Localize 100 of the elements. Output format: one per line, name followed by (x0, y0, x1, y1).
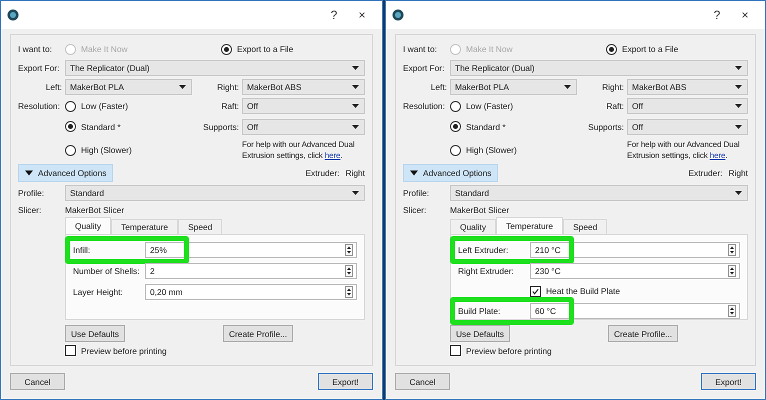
radio-button[interactable] (450, 121, 461, 132)
field-label: Resolution: (403, 101, 446, 111)
dropdown[interactable]: The Replicator (Dual) (65, 60, 365, 76)
spin-field[interactable]: 0,20 mm (145, 284, 357, 300)
dropdown[interactable]: Off (242, 98, 365, 114)
radio-label: High (Slower) (466, 145, 517, 155)
radio-button[interactable] (450, 144, 461, 156)
checkbox[interactable] (65, 345, 76, 356)
checkbox[interactable] (530, 286, 541, 296)
create-profile-button[interactable]: Create Profile... (222, 325, 294, 342)
spin-arrows-icon (345, 286, 353, 298)
radio-label: Make It Now (81, 44, 128, 54)
checkbox-label: Preview before printing (81, 346, 167, 356)
caret-icon (179, 85, 186, 89)
spin-field[interactable]: 230 °C (530, 263, 740, 279)
close-button[interactable]: × (348, 8, 376, 22)
extruder-value: Right (728, 168, 748, 178)
create-profile-button[interactable]: Create Profile... (608, 325, 678, 342)
field-label: I want to: (403, 44, 438, 54)
advanced-options-toggle[interactable]: Advanced Options (18, 164, 114, 182)
radio-button[interactable] (606, 44, 617, 54)
checkbox[interactable] (450, 345, 461, 356)
radio-button[interactable] (65, 100, 76, 112)
slicer-value: MakerBot Slicer (65, 205, 126, 215)
radio-label: Standard * (81, 122, 121, 132)
spin-field[interactable]: 210 °C (530, 242, 740, 258)
dropdown[interactable]: MakerBot PLA (65, 79, 192, 95)
spin-field[interactable]: 2 (145, 263, 357, 279)
radio-label: Standard * (466, 122, 506, 132)
triangle-icon (410, 169, 418, 177)
help-text: For help with our Advanced Dual Extrusion settings, click here. (627, 139, 741, 161)
spin-field[interactable]: 60 °C (530, 303, 740, 319)
close-button[interactable]: × (731, 8, 759, 22)
tab[interactable]: Quality (450, 219, 496, 234)
radio-button[interactable] (65, 144, 76, 156)
caret-icon (352, 191, 359, 195)
spin-arrows-icon (345, 265, 353, 277)
tab[interactable]: Temperature (111, 219, 178, 234)
advanced-options-toggle[interactable]: Advanced Options (403, 164, 498, 182)
caret-icon (352, 104, 359, 108)
dropdown[interactable]: Standard (450, 185, 748, 201)
dropdown[interactable]: Standard (65, 185, 365, 201)
help-button[interactable]: ? (320, 8, 348, 22)
field-label: Raft: (605, 101, 624, 111)
extruder-label: Extruder: (305, 168, 340, 178)
help-link[interactable]: here (710, 151, 726, 160)
field-label: Left: (44, 82, 62, 92)
field-label: Export For: (18, 63, 60, 73)
tab[interactable]: Speed (178, 219, 222, 234)
radio-button[interactable] (221, 44, 232, 54)
field-label: Right: (601, 82, 624, 92)
app-icon (7, 9, 19, 21)
tab[interactable]: Quality (65, 217, 112, 234)
radio-label: Low (Faster) (466, 101, 514, 111)
field-label: Left Extruder: (458, 245, 510, 255)
slicer-value: MakerBot Slicer (450, 205, 510, 215)
spin-field[interactable]: 25% (145, 242, 357, 258)
field-label: Export For: (403, 63, 446, 73)
field-label: Right: (216, 82, 239, 92)
dropdown[interactable]: Off (242, 118, 365, 134)
field-label: Left: (430, 82, 447, 92)
tab[interactable]: Temperature (496, 217, 564, 234)
help-link[interactable]: here (324, 151, 340, 160)
dropdown[interactable]: Off (627, 118, 748, 134)
caret-icon (564, 85, 571, 89)
field-label: Slicer: (403, 205, 428, 215)
field-label: Supports: (202, 122, 239, 132)
radio-label: Export to a File (237, 44, 294, 54)
spin-arrows-icon (345, 244, 353, 256)
cancel-button[interactable]: Cancel (10, 373, 65, 390)
cancel-button[interactable]: Cancel (395, 373, 450, 390)
dropdown[interactable]: Off (627, 98, 748, 114)
caret-icon (735, 124, 742, 128)
dropdown[interactable]: MakerBot ABS (627, 79, 748, 95)
radio-button[interactable] (65, 121, 76, 132)
help-button[interactable]: ? (703, 8, 731, 22)
checkbox-label: Preview before printing (466, 346, 552, 356)
caret-icon (352, 85, 359, 89)
export-button[interactable]: Export! (701, 373, 756, 390)
extruder-value: Right (345, 168, 365, 178)
caret-icon (352, 124, 359, 128)
use-defaults-button[interactable]: Use Defaults (65, 325, 125, 342)
radio-label: Low (Faster) (81, 101, 128, 111)
caret-icon (735, 104, 742, 108)
radio-label: High (Slower) (81, 145, 132, 155)
field-label: Number of Shells: (73, 266, 141, 276)
spin-arrows-icon (728, 305, 736, 317)
use-defaults-button[interactable]: Use Defaults (450, 325, 510, 342)
dropdown[interactable]: MakerBot PLA (450, 79, 577, 95)
field-label: Supports: (587, 122, 624, 132)
spin-arrows-icon (728, 244, 736, 256)
field-label: Layer Height: (73, 287, 124, 297)
radio-button[interactable] (450, 100, 461, 112)
field-label: Raft: (220, 101, 239, 111)
export-button[interactable]: Export! (318, 373, 373, 390)
dropdown[interactable]: The Replicator (Dual) (450, 60, 748, 76)
tab[interactable]: Speed (563, 219, 608, 234)
dropdown[interactable]: MakerBot ABS (242, 79, 365, 95)
caret-icon (735, 66, 742, 70)
checkbox-label: Heat the Build Plate (546, 286, 620, 296)
